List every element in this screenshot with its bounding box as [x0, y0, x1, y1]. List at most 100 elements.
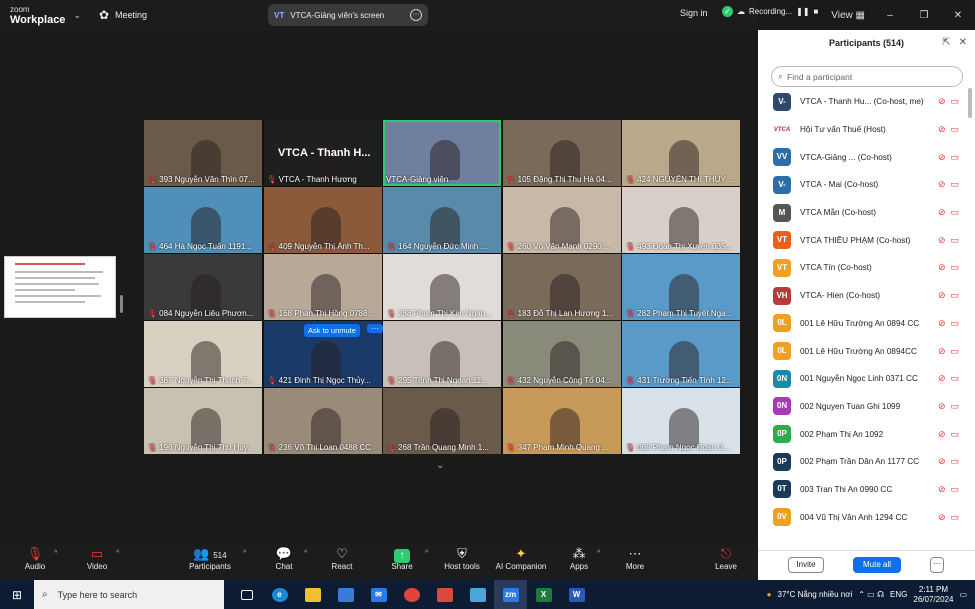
- store-icon[interactable]: [329, 580, 362, 609]
- video-off-icon[interactable]: ▭: [950, 456, 959, 467]
- ai-companion-button[interactable]: ✦ AI Companion: [491, 546, 551, 571]
- edge-icon[interactable]: e: [263, 580, 296, 609]
- video-tile[interactable]: 🎙 268 Trần Quang Minh 1...: [383, 388, 501, 454]
- scrollbar[interactable]: [968, 88, 972, 118]
- chat-button[interactable]: 💬 Chat: [259, 546, 309, 571]
- video-tile[interactable]: 🎙 464 Hà Ngọc Tuấn 1191...: [144, 187, 262, 253]
- participant-row[interactable]: V- VTCA - Thanh Hu... (Co-host, me) ⊘ ▭: [758, 88, 963, 116]
- microphone-muted-icon[interactable]: ⊘: [938, 401, 946, 412]
- video-off-icon[interactable]: ▭: [950, 235, 959, 246]
- app-icon[interactable]: [428, 580, 461, 609]
- participant-row[interactable]: VV VTCA-Giảng ... (Co-host) ⊘ ▭: [758, 143, 963, 171]
- microphone-muted-icon[interactable]: ⊘: [938, 179, 946, 190]
- caret-up-icon[interactable]: ^: [54, 550, 57, 557]
- microphone-muted-icon[interactable]: ⊘: [938, 512, 946, 523]
- file-explorer-icon[interactable]: [296, 580, 329, 609]
- shared-screen-thumbnail[interactable]: [4, 256, 116, 318]
- video-tile[interactable]: 🎙 432 Nguyễn Công Tố 04...: [502, 321, 621, 387]
- video-tile[interactable]: VTCA-Giảng viên: [383, 120, 501, 186]
- video-off-icon[interactable]: ▭: [950, 346, 959, 357]
- invite-button[interactable]: Invite: [788, 557, 824, 573]
- view-menu[interactable]: View ▦: [831, 10, 865, 21]
- video-off-icon[interactable]: ▭: [950, 152, 959, 163]
- participants-button[interactable]: 👥 514 Participants: [185, 546, 235, 571]
- video-off-icon[interactable]: ▭: [950, 179, 959, 190]
- zoom-taskbar-icon[interactable]: zm: [494, 580, 527, 609]
- participant-row[interactable]: V- VTCA - Mai (Co-host) ⊘ ▭: [758, 171, 963, 199]
- taskbar-search-input[interactable]: ⌕ Type here to search: [34, 580, 224, 609]
- participant-row[interactable]: 0L 001 Lê Hữu Trường An 0894 CC ⊘ ▭: [758, 310, 963, 338]
- resize-handle[interactable]: [120, 295, 123, 313]
- video-off-icon[interactable]: ▭: [950, 96, 959, 107]
- video-tile[interactable]: 🎙 347 Phạm Minh Quang ...: [502, 388, 621, 454]
- react-button[interactable]: ♡ React: [317, 546, 367, 571]
- shared-screen-pill[interactable]: VT VTCA-Giảng viên's screen ···: [268, 4, 428, 26]
- participant-row[interactable]: M VTCA Mẫn (Co-host) ⊘ ▭: [758, 199, 963, 227]
- caret-up-icon[interactable]: ^: [304, 550, 307, 557]
- minimize-icon[interactable]: –: [873, 10, 907, 21]
- close-icon[interactable]: ✕: [941, 10, 975, 21]
- video-tile[interactable]: 🎙 295 Trịnh Thị Ngoan 11...: [383, 321, 501, 387]
- video-off-icon[interactable]: ▭: [950, 373, 959, 384]
- video-tile[interactable]: 🎙 288 Phạm Thị Kim Ngân...: [383, 254, 501, 320]
- participant-row[interactable]: 0N 002 Nguyen Tuan Ghi 1099 ⊘ ▭: [758, 393, 963, 421]
- video-off-icon[interactable]: ▭: [950, 429, 959, 440]
- microphone-muted-icon[interactable]: ⊘: [938, 318, 946, 329]
- clock[interactable]: 2:11 PM 26/07/2024: [913, 585, 953, 605]
- tray-icons[interactable]: ⌃ ▭ ☊: [858, 590, 884, 599]
- participant-row[interactable]: 0N 001 Nguyễn Ngọc Linh 0371 CC ⊘ ▭: [758, 365, 963, 393]
- microphone-muted-icon[interactable]: ⊘: [938, 207, 946, 218]
- microphone-muted-icon[interactable]: ⊘: [938, 346, 946, 357]
- recording-indicator[interactable]: ✓ ☁ Recording... ❚❚ ■: [722, 6, 818, 17]
- video-tile[interactable]: 🎙 367 Nguyễn Thị Thanh T...: [144, 321, 262, 387]
- windows-start-icon[interactable]: ⊞: [0, 588, 34, 602]
- participant-row[interactable]: 0V 004 Vũ Thị Vân Anh 1294 CC ⊘ ▭: [758, 503, 963, 531]
- video-tile[interactable]: 🎙 105 Đặng Thị Thu Hà 04...: [502, 120, 621, 186]
- video-off-icon[interactable]: ▭: [950, 401, 959, 412]
- chevron-down-icon[interactable]: ⌄: [73, 10, 81, 21]
- app-icon[interactable]: [461, 580, 494, 609]
- microphone-muted-icon[interactable]: ⊘: [938, 96, 946, 107]
- video-tile[interactable]: 🎙 409 Nguyễn Thị Ánh Th...: [263, 187, 382, 253]
- tile-more-button[interactable]: ···: [367, 324, 383, 333]
- video-tile[interactable]: 🎙 196 Nguyễn Thị Thu Huy...: [144, 388, 262, 454]
- audio-button[interactable]: 🎙 Audio: [10, 546, 60, 571]
- notification-icon[interactable]: ▭: [959, 590, 967, 599]
- task-view-icon[interactable]: [230, 580, 263, 609]
- close-icon[interactable]: ✕: [959, 37, 967, 48]
- pop-out-icon[interactable]: ⇱: [942, 37, 950, 48]
- participant-row[interactable]: 0P 002 Phạm Thị An 1092 ⊘ ▭: [758, 420, 963, 448]
- participant-row[interactable]: VTCA Hội Tư vấn Thuế (Host) ⊘ ▭: [758, 116, 963, 144]
- stop-icon[interactable]: ■: [814, 7, 819, 16]
- video-off-icon[interactable]: ▭: [950, 318, 959, 329]
- video-tile[interactable]: 🎙 431 Trương Tiến Tình 12...: [622, 321, 740, 387]
- caret-up-icon[interactable]: ^: [597, 550, 600, 557]
- host-tools-button[interactable]: ⛨ Host tools: [437, 546, 487, 571]
- restore-icon[interactable]: ❐: [907, 10, 941, 21]
- word-icon[interactable]: W: [560, 580, 593, 609]
- video-tile[interactable]: 🎙 084 Nguyễn Liêu Phươn...: [144, 254, 262, 320]
- participant-row[interactable]: 0L 001 Lê Hữu Trường An 0894CC ⊘ ▭: [758, 337, 963, 365]
- video-off-icon[interactable]: ▭: [950, 484, 959, 495]
- video-button[interactable]: ▭ Video: [72, 546, 122, 571]
- weather-label[interactable]: 37°C Nắng nhiều nơi: [778, 590, 853, 599]
- microphone-muted-icon[interactable]: ⊘: [938, 235, 946, 246]
- video-tile[interactable]: 🎙 236 Võ Thị Loan 0488 CC: [263, 388, 382, 454]
- video-tile[interactable]: 🎙 068 Phạm Ngọc Đoàn 0...: [622, 388, 740, 454]
- excel-icon[interactable]: X: [527, 580, 560, 609]
- microphone-muted-icon[interactable]: ⊘: [938, 373, 946, 384]
- video-off-icon[interactable]: ▭: [950, 512, 959, 523]
- microphone-muted-icon[interactable]: ⊘: [938, 262, 946, 273]
- video-off-icon[interactable]: ▭: [950, 207, 959, 218]
- participant-row[interactable]: VT VTCA Tín (Co-host) ⊘ ▭: [758, 254, 963, 282]
- leave-button[interactable]: ⎋ Leave: [701, 546, 751, 571]
- video-tile[interactable]: 🎙 282 Phạm Thị Tuyết Nga...: [622, 254, 740, 320]
- participant-row[interactable]: VH VTCA- Hien (Co-host) ⊘ ▭: [758, 282, 963, 310]
- microphone-muted-icon[interactable]: ⊘: [938, 484, 946, 495]
- participant-row[interactable]: 0P 002 Phạm Trần Dân An 1177 CC ⊘ ▭: [758, 448, 963, 476]
- microphone-muted-icon[interactable]: ⊘: [938, 429, 946, 440]
- meeting-menu[interactable]: ✿ Meeting: [99, 8, 147, 22]
- participant-row[interactable]: 0T 003 Tran Thi An 0990 CC ⊘ ▭: [758, 476, 963, 504]
- share-button[interactable]: ↑ Share: [377, 546, 427, 571]
- mail-icon[interactable]: ✉: [362, 580, 395, 609]
